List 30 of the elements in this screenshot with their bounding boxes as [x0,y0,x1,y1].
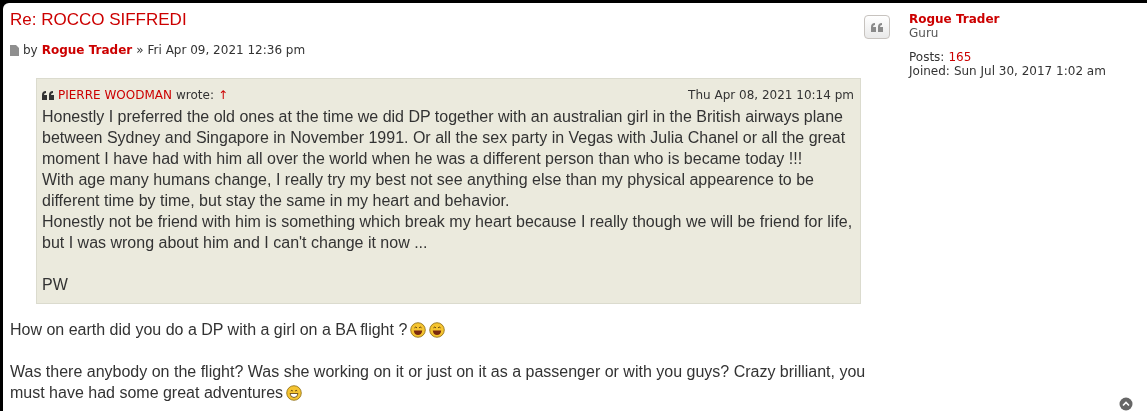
profile-rank: Guru [909,26,940,40]
quote-text: Honestly not be friend with him is something which break my heart because I really though we will be friend for life, but I was wrong about him and I can't change it now ... [42,212,854,253]
quote-icon [871,22,883,32]
quote-text: PW [42,275,69,295]
post-icon [10,44,19,56]
profile-name[interactable]: Rogue Trader [909,12,1106,26]
back-to-top-icon[interactable] [1119,397,1133,411]
post-title[interactable]: Re: ROCCO SIFFREDI [10,10,187,30]
author-link[interactable]: Rogue Trader [41,43,133,57]
source-link[interactable]: ↑ [217,85,228,106]
quote-author[interactable]: PIERRE WOODMAN [58,85,172,106]
post-text: must have had some great adventures [10,383,284,403]
posts-count[interactable]: 165 [948,50,972,64]
posts-label: Posts: [909,50,945,64]
separator: » [136,43,144,57]
joined-label: Joined: [909,64,950,78]
post-text: Was there anybody on the flight? Was she working on it or just on it as a passenger or with you guys? Crazy brilliant, you [10,362,866,382]
quote-button[interactable] [864,15,890,39]
by-label: by [23,43,38,57]
quote-icon [42,91,54,100]
quote-text: With age many humans change, I really try my best not see anything else than my physical appearence to be different time by time, but stay the same in my heart and behavior. [42,170,815,211]
post-text: How on earth did you do a DP with a girl on a BA flight ? [10,320,408,340]
post-date: Fri Apr 09, 2021 12:36 pm [147,43,306,57]
smiley-icon [429,321,446,338]
smiley-icon [286,384,303,401]
smiley-icon [410,321,427,338]
quote-date: Thu Apr 08, 2021 10:14 pm [688,87,854,104]
joined-date: Sun Jul 30, 2017 1:02 am [953,64,1106,78]
quote-text: Honestly I preferred the old ones at the time we did DP together with an australian girl in the British airways plane between Sydney and Singapore in November 1991. Or all the sex party in Vegas with Julia Chanel or all the great moment I have had with him all over the world when he was a different person than who is became today !!! [42,107,847,169]
wrote-label: wrote: [175,87,214,104]
